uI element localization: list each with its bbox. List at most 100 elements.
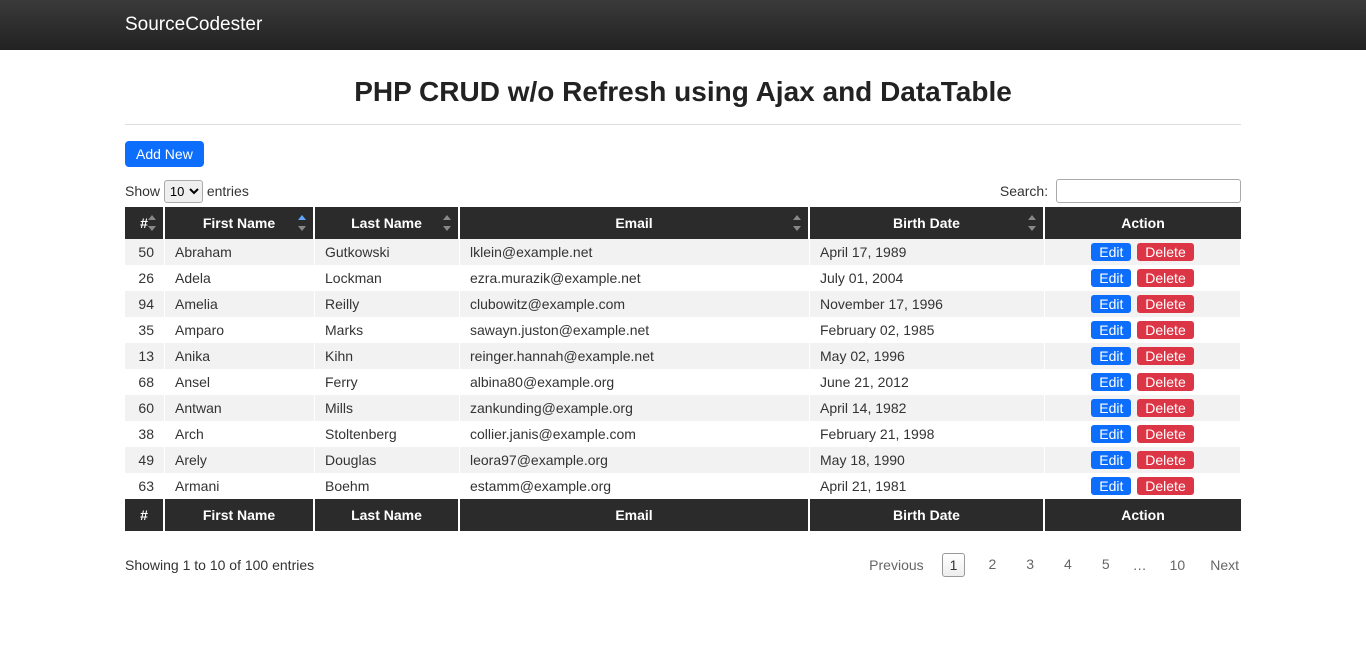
pagination-next[interactable]: Next [1208,554,1241,576]
col-header-birth-date[interactable]: Birth Date [810,207,1045,239]
cell-first-name: Amparo [165,317,315,343]
cell-id: 68 [125,369,165,395]
table-row: 63ArmaniBoehmestamm@example.orgApril 21,… [125,473,1241,499]
navbar: SourceCodester [0,0,1366,50]
cell-action: Edit Delete [1045,343,1241,369]
col-footer-first-name: First Name [165,499,315,531]
cell-first-name: Anika [165,343,315,369]
cell-birth-date: February 02, 1985 [810,317,1045,343]
length-select[interactable]: 10 [164,180,203,203]
edit-button[interactable]: Edit [1091,347,1131,365]
pagination-page[interactable]: 2 [981,553,1003,577]
table-row: 35AmparoMarkssawayn.juston@example.netFe… [125,317,1241,343]
delete-button[interactable]: Delete [1137,399,1193,417]
cell-last-name: Lockman [315,265,460,291]
pagination-previous[interactable]: Previous [867,554,925,576]
cell-action: Edit Delete [1045,421,1241,447]
cell-first-name: Arch [165,421,315,447]
delete-button[interactable]: Delete [1137,451,1193,469]
cell-action: Edit Delete [1045,395,1241,421]
cell-birth-date: November 17, 1996 [810,291,1045,317]
col-header-first-name[interactable]: First Name [165,207,315,239]
pagination-last[interactable]: 10 [1163,554,1193,576]
cell-birth-date: May 18, 1990 [810,447,1045,473]
pagination-page[interactable]: 5 [1095,553,1117,577]
col-footer-birth-date: Birth Date [810,499,1045,531]
table-row: 38ArchStoltenbergcollier.janis@example.c… [125,421,1241,447]
cell-last-name: Douglas [315,447,460,473]
sort-icon [442,215,452,231]
cell-last-name: Ferry [315,369,460,395]
cell-email: collier.janis@example.com [460,421,810,447]
cell-last-name: Boehm [315,473,460,499]
table-row: 50AbrahamGutkowskilklein@example.netApri… [125,239,1241,265]
cell-action: Edit Delete [1045,369,1241,395]
cell-first-name: Ansel [165,369,315,395]
col-footer-last-name: Last Name [315,499,460,531]
col-header-id[interactable]: # [125,207,165,239]
sort-icon [1027,215,1037,231]
cell-last-name: Kihn [315,343,460,369]
delete-button[interactable]: Delete [1137,321,1193,339]
cell-birth-date: July 01, 2004 [810,265,1045,291]
cell-action: Edit Delete [1045,265,1241,291]
col-footer-email: Email [460,499,810,531]
brand: SourceCodester [125,14,262,35]
page-title: PHP CRUD w/o Refresh using Ajax and Data… [125,76,1241,108]
pagination: Previous 12345 … 10 Next [867,553,1241,577]
cell-birth-date: June 21, 2012 [810,369,1045,395]
delete-button[interactable]: Delete [1137,243,1193,261]
add-new-button[interactable]: Add New [125,141,204,167]
edit-button[interactable]: Edit [1091,451,1131,469]
search-input[interactable] [1056,179,1241,203]
search-label: Search: [1000,183,1048,199]
edit-button[interactable]: Edit [1091,425,1131,443]
cell-action: Edit Delete [1045,239,1241,265]
search-control: Search: [1000,179,1241,203]
edit-button[interactable]: Edit [1091,295,1131,313]
data-table: # First Name Last Name Email Birth Date [125,207,1241,531]
col-header-last-name[interactable]: Last Name [315,207,460,239]
col-header-email[interactable]: Email [460,207,810,239]
pagination-page[interactable]: 4 [1057,553,1079,577]
cell-email: reinger.hannah@example.net [460,343,810,369]
col-header-action: Action [1045,207,1241,239]
length-prefix: Show [125,183,160,199]
delete-button[interactable]: Delete [1137,477,1193,495]
cell-id: 94 [125,291,165,317]
cell-email: sawayn.juston@example.net [460,317,810,343]
edit-button[interactable]: Edit [1091,373,1131,391]
sort-icon [297,215,307,231]
cell-email: clubowitz@example.com [460,291,810,317]
cell-last-name: Marks [315,317,460,343]
delete-button[interactable]: Delete [1137,269,1193,287]
delete-button[interactable]: Delete [1137,373,1193,391]
length-control: Show 10 entries [125,180,249,203]
pagination-ellipsis: … [1133,557,1147,573]
cell-id: 49 [125,447,165,473]
cell-birth-date: February 21, 1998 [810,421,1045,447]
cell-first-name: Antwan [165,395,315,421]
edit-button[interactable]: Edit [1091,243,1131,261]
edit-button[interactable]: Edit [1091,321,1131,339]
cell-email: leora97@example.org [460,447,810,473]
divider [125,124,1241,125]
cell-action: Edit Delete [1045,473,1241,499]
cell-first-name: Arely [165,447,315,473]
edit-button[interactable]: Edit [1091,477,1131,495]
delete-button[interactable]: Delete [1137,295,1193,313]
cell-id: 38 [125,421,165,447]
delete-button[interactable]: Delete [1137,347,1193,365]
cell-action: Edit Delete [1045,447,1241,473]
pagination-page[interactable]: 1 [942,553,966,577]
cell-last-name: Reilly [315,291,460,317]
pagination-page[interactable]: 3 [1019,553,1041,577]
cell-first-name: Abraham [165,239,315,265]
cell-id: 60 [125,395,165,421]
cell-action: Edit Delete [1045,291,1241,317]
edit-button[interactable]: Edit [1091,269,1131,287]
table-row: 68AnselFerryalbina80@example.orgJune 21,… [125,369,1241,395]
cell-birth-date: May 02, 1996 [810,343,1045,369]
edit-button[interactable]: Edit [1091,399,1131,417]
delete-button[interactable]: Delete [1137,425,1193,443]
